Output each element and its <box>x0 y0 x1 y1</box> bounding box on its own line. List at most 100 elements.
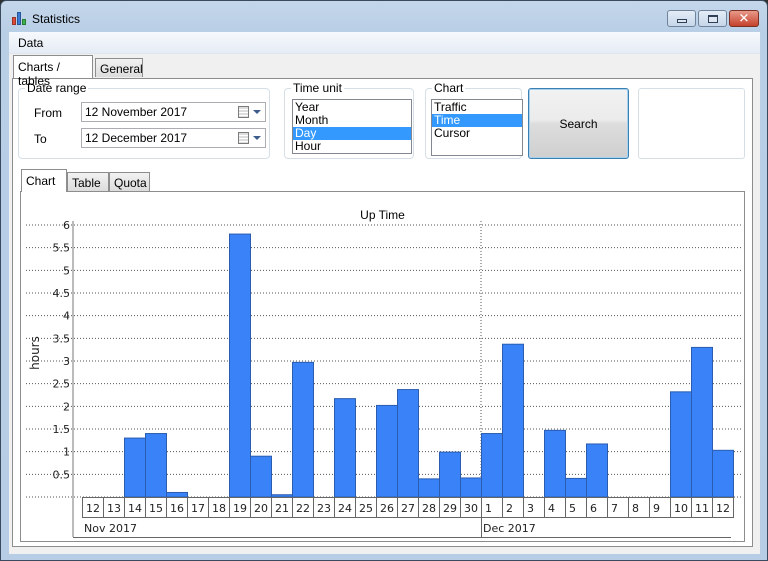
month-label-0: Nov 2017 <box>84 522 137 535</box>
x-tick-label: 5 <box>569 502 576 515</box>
chevron-down-icon[interactable] <box>253 136 261 140</box>
bar-19 <box>229 233 251 498</box>
bar-6 <box>586 443 608 498</box>
month-label-1: Dec 2017 <box>483 522 536 535</box>
x-tick-label: 8 <box>632 502 639 515</box>
to-date-value: 12 December 2017 <box>85 131 188 145</box>
y-axis-label: hours <box>28 336 42 370</box>
x-tick-label: 15 <box>149 502 163 515</box>
to-date-picker[interactable]: 12 December 2017 <box>81 128 266 148</box>
bar-28 <box>418 478 440 498</box>
title-bar[interactable]: Statistics ✕ <box>1 1 767 33</box>
bar-26 <box>376 404 398 498</box>
from-date-picker[interactable]: 12 November 2017 <box>81 102 266 122</box>
x-tick-label: 22 <box>296 502 310 515</box>
time-unit-legend: Time unit <box>291 81 344 95</box>
menu-data[interactable]: Data <box>18 36 43 50</box>
x-tick-label: 16 <box>170 502 184 515</box>
chart-type-group: Chart Traffic Time Cursor <box>425 81 523 159</box>
maximize-button[interactable] <box>698 10 727 27</box>
x-tick-label: 4 <box>548 502 555 515</box>
tab-charts-tables[interactable]: Charts / tables <box>13 55 93 88</box>
bar-1 <box>481 433 503 498</box>
time-unit-option-hour[interactable]: Hour <box>293 140 411 153</box>
x-tick-label: 25 <box>359 502 373 515</box>
chart-option-cursor[interactable]: Cursor <box>432 127 522 140</box>
bar-14 <box>124 437 146 498</box>
bar-30 <box>460 477 482 498</box>
x-tick-label: 2 <box>506 502 513 515</box>
x-tick-label: 17 <box>191 502 205 515</box>
tab-general[interactable]: General <box>95 58 143 77</box>
y-tick-label: 2.5 <box>53 378 71 391</box>
close-button[interactable]: ✕ <box>729 10 759 27</box>
x-tick-label: 13 <box>107 502 121 515</box>
bar-15 <box>145 433 167 498</box>
window-title: Statistics <box>32 12 81 26</box>
x-tick-label: 18 <box>212 502 226 515</box>
tab-chart[interactable]: Chart <box>21 169 67 192</box>
x-tick-label: 27 <box>401 502 415 515</box>
bar-12 <box>712 449 734 498</box>
calendar-icon[interactable] <box>238 132 249 144</box>
bar-16 <box>166 491 188 498</box>
y-tick-label: 1.5 <box>53 423 71 436</box>
y-tick-label: 1 <box>63 446 70 459</box>
date-range-group: Date range From 12 November 2017 To 12 D… <box>18 81 270 159</box>
bar-29 <box>439 451 461 498</box>
x-tick-label: 6 <box>590 502 597 515</box>
menu-bar: Data <box>9 32 760 54</box>
chart-type-legend: Chart <box>432 81 466 95</box>
bar-10 <box>670 391 692 498</box>
x-tick-label: 9 <box>653 502 660 515</box>
y-tick-label: 4.5 <box>53 287 71 300</box>
y-tick-label: 5.5 <box>53 242 71 255</box>
search-button[interactable]: Search <box>528 88 629 159</box>
y-tick-label: 4 <box>63 310 70 323</box>
x-tick-label: 29 <box>443 502 457 515</box>
to-label: To <box>34 132 47 146</box>
close-icon: ✕ <box>738 11 750 26</box>
bar-11 <box>691 346 713 498</box>
maximize-icon <box>707 14 718 23</box>
bar-24 <box>334 398 356 498</box>
search-button-label: Search <box>559 116 598 131</box>
y-tick-label: 2 <box>63 400 70 413</box>
x-tick-label: 10 <box>674 502 688 515</box>
calendar-icon[interactable] <box>238 106 249 118</box>
bar-21 <box>271 494 293 498</box>
x-tick-label: 12 <box>86 502 100 515</box>
x-tick-label: 21 <box>275 502 289 515</box>
bar-27 <box>397 389 419 498</box>
chevron-down-icon[interactable] <box>253 110 261 114</box>
x-tick-label: 24 <box>338 502 352 515</box>
bar-22 <box>292 361 314 498</box>
y-tick-label: 3 <box>63 355 70 368</box>
x-tick-label: 11 <box>695 502 709 515</box>
y-tick-label: 0.5 <box>53 468 71 481</box>
bar-4 <box>544 429 566 498</box>
from-date-value: 12 November 2017 <box>85 105 188 119</box>
client-area: Data Charts / tables General Date range … <box>9 32 760 554</box>
x-tick-label: 23 <box>317 502 331 515</box>
chart-type-listbox[interactable]: Traffic Time Cursor <box>431 99 523 156</box>
x-tick-label: 26 <box>380 502 394 515</box>
minimize-button[interactable] <box>667 10 696 27</box>
statistics-window: Statistics ✕ Data Charts / tables Genera… <box>0 0 768 561</box>
tab-quota[interactable]: Quota <box>109 172 150 191</box>
up-time-chart: 0.5 1 1.5 2 2.5 3 3.5 4 4.5 5 5.5 6 hours 12 13 14 15 16 1… <box>26 219 741 538</box>
x-tick-label: 14 <box>128 502 142 515</box>
x-tick-label: 3 <box>527 502 534 515</box>
bar-2 <box>502 343 524 498</box>
chart-page: Up Time 0.5 1 1.5 2 2.5 3 3.5 4 4.5 5 5.5 6 hours 12 1… <box>20 191 745 542</box>
y-tick-label: 3.5 <box>53 332 71 345</box>
y-tick-label: 5 <box>63 264 70 277</box>
y-tick-label: 6 <box>63 219 70 232</box>
tab-table[interactable]: Table <box>67 172 109 191</box>
x-tick-label: 7 <box>611 502 618 515</box>
bar-5 <box>565 477 587 498</box>
x-tick-label: 20 <box>254 502 268 515</box>
empty-panel <box>638 88 745 159</box>
time-unit-listbox[interactable]: Year Month Day Hour <box>292 99 412 154</box>
from-label: From <box>34 106 62 120</box>
